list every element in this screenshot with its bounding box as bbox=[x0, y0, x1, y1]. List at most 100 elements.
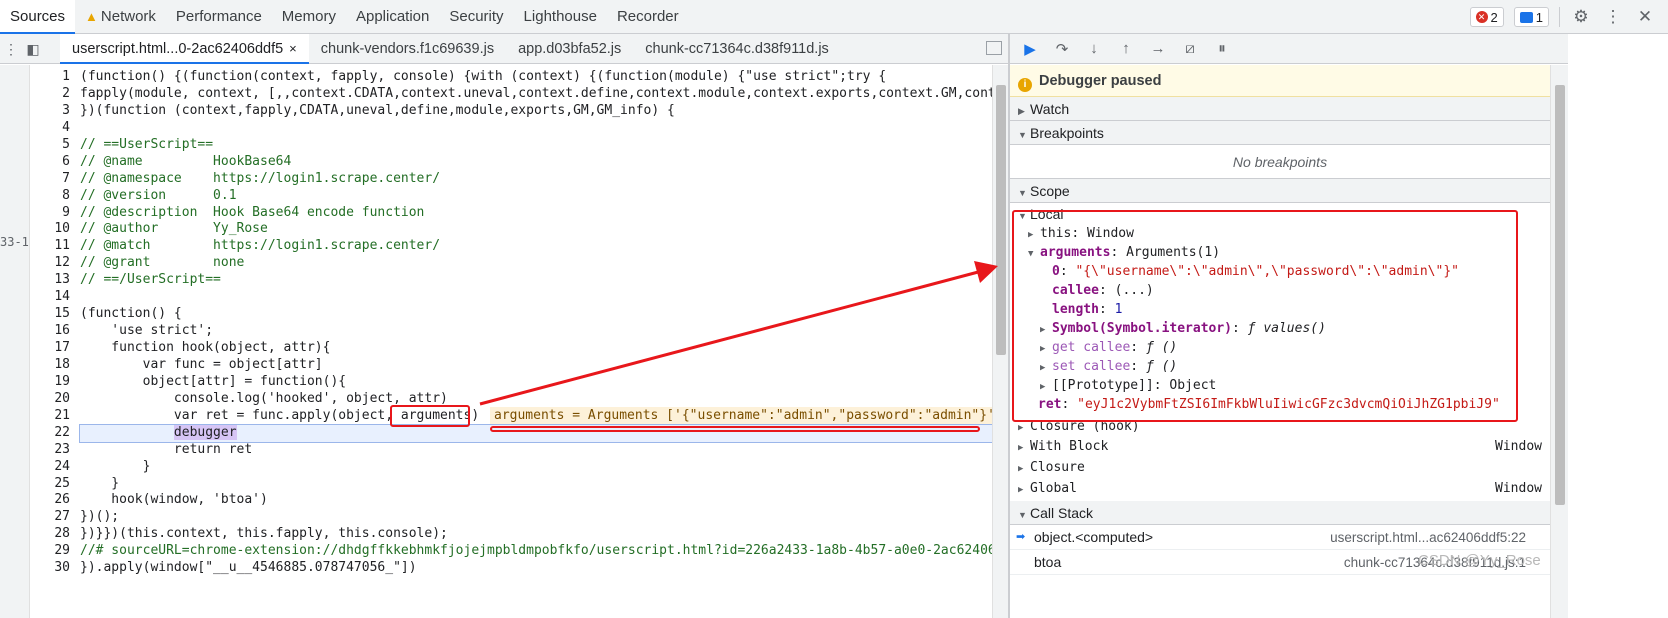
code-line[interactable]: // @namespace https://login1.scrape.cent… bbox=[80, 171, 992, 188]
line-number[interactable]: 23 bbox=[30, 442, 74, 459]
line-number[interactable]: 5 bbox=[30, 137, 74, 154]
code-editor[interactable]: 33-1 1 2 3 4 5 6 7 8 9 10 11 12 13 14 15 16 17 18 19 20 21 22… bbox=[0, 65, 992, 618]
step-out-icon[interactable]: ↑ bbox=[1116, 40, 1136, 57]
code-line[interactable]: hook(window, 'btoa') bbox=[80, 492, 992, 509]
file-tab[interactable]: userscript.html...0-2ac62406ddf5 × bbox=[60, 34, 309, 64]
line-number[interactable]: 12 bbox=[30, 255, 74, 272]
file-tab[interactable]: app.d03bfa52.js bbox=[506, 34, 633, 64]
line-number[interactable]: 18 bbox=[30, 357, 74, 374]
panel-tab[interactable]: Memory bbox=[272, 0, 346, 34]
line-number[interactable]: 2 bbox=[30, 86, 74, 103]
code-line[interactable]: // @grant none bbox=[80, 255, 992, 272]
line-number[interactable]: 21 bbox=[30, 408, 74, 425]
code-line[interactable]: //# sourceURL=chrome-extension://dhdgffk… bbox=[80, 543, 992, 560]
scope-closure[interactable]: ▶ Closure bbox=[1010, 457, 1550, 478]
close-devtools-icon[interactable]: ✕ bbox=[1634, 7, 1656, 27]
toggle-debugger-sidebar-icon[interactable] bbox=[986, 41, 1002, 55]
line-number-gutter[interactable]: 1 2 3 4 5 6 7 8 9 10 11 12 13 14 15 16 17 18 19 20 21 22 23 24 2… bbox=[30, 69, 74, 577]
code-line[interactable]: // ==/UserScript== bbox=[80, 272, 992, 289]
code-line[interactable]: // @description Hook Base64 encode funct… bbox=[80, 205, 992, 222]
line-number[interactable]: 24 bbox=[30, 459, 74, 476]
line-number[interactable]: 16 bbox=[30, 323, 74, 340]
pause-on-exceptions-icon[interactable]: ⏸ bbox=[1212, 40, 1232, 57]
code-line[interactable]: 'use strict'; bbox=[80, 323, 992, 340]
scope-global[interactable]: ▶ Global Window bbox=[1010, 478, 1550, 499]
line-number[interactable]: 6 bbox=[30, 154, 74, 171]
code-line[interactable]: } bbox=[80, 459, 992, 476]
code-line[interactable]: } bbox=[80, 476, 992, 493]
code-line[interactable]: // @version 0.1 bbox=[80, 188, 992, 205]
code-line[interactable]: })(function (context,fapply,CDATA,uneval… bbox=[80, 103, 992, 120]
code-lines[interactable]: (function() {(function(context, fapply, … bbox=[79, 69, 992, 577]
line-number[interactable]: 7 bbox=[30, 171, 74, 188]
code-line[interactable]: var func = object[attr] bbox=[80, 357, 992, 374]
panel-tab[interactable]: Recorder bbox=[607, 0, 689, 34]
scrollbar-thumb[interactable] bbox=[996, 85, 1006, 355]
code-line[interactable]: // @author Yy_Rose bbox=[80, 221, 992, 238]
more-icon[interactable]: ⋮ bbox=[0, 41, 22, 58]
deactivate-breakpoints-icon[interactable]: ⧄ bbox=[1180, 40, 1200, 57]
line-number[interactable]: 3 bbox=[30, 103, 74, 120]
line-number[interactable]: 15 bbox=[30, 306, 74, 323]
call-stack-section-header[interactable]: ▼ Call Stack bbox=[1010, 501, 1550, 525]
line-number[interactable]: 10 bbox=[30, 221, 74, 238]
code-line[interactable] bbox=[80, 120, 992, 137]
code-line[interactable]: (function() { bbox=[80, 306, 992, 323]
line-number[interactable]: 29 bbox=[30, 543, 74, 560]
panel-tab[interactable]: Sources bbox=[0, 0, 76, 34]
call-frame[interactable]: ➡ object.<computed> userscript.html...ac62… bbox=[1010, 525, 1550, 550]
scope-with-block[interactable]: ▶ With Block Window bbox=[1010, 436, 1550, 457]
line-number[interactable]: 20 bbox=[30, 391, 74, 408]
scrollbar-thumb[interactable] bbox=[1555, 85, 1565, 505]
code-line[interactable]: console.log('hooked', object, attr) bbox=[80, 391, 992, 408]
line-number[interactable]: 4 bbox=[30, 120, 74, 137]
line-number[interactable]: 14 bbox=[30, 289, 74, 306]
editor-scrollbar[interactable] bbox=[992, 65, 1008, 618]
line-number[interactable]: 27 bbox=[30, 509, 74, 526]
line-number[interactable]: 28 bbox=[30, 526, 74, 543]
line-number[interactable]: 22 bbox=[30, 425, 74, 442]
file-tab[interactable]: chunk-vendors.f1c69639.js bbox=[309, 34, 506, 64]
line-number[interactable]: 17 bbox=[30, 340, 74, 357]
code-line[interactable]: })}})(this.context, this.fapply, this.co… bbox=[80, 526, 992, 543]
panel-tab[interactable]: Security bbox=[439, 0, 513, 34]
step-icon[interactable]: → bbox=[1148, 40, 1168, 57]
line-number[interactable]: 30 bbox=[30, 560, 74, 577]
debugger-scrollbar[interactable] bbox=[1550, 65, 1568, 618]
line-number[interactable]: 11 bbox=[30, 238, 74, 255]
line-number[interactable]: 1 bbox=[30, 69, 74, 86]
line-number[interactable]: 25 bbox=[30, 476, 74, 493]
code-line[interactable]: // @match https://login1.scrape.center/ bbox=[80, 238, 992, 255]
panel-tab[interactable]: Performance bbox=[166, 0, 272, 34]
code-line[interactable] bbox=[80, 289, 992, 306]
code-line[interactable]: (function() {(function(context, fapply, … bbox=[80, 69, 992, 86]
line-number[interactable]: 13 bbox=[30, 272, 74, 289]
error-count-badge[interactable]: ✕ 2 bbox=[1469, 7, 1504, 27]
code-line[interactable]: // ==UserScript== bbox=[80, 137, 992, 154]
scope-section-header[interactable]: ▼ Scope bbox=[1010, 179, 1550, 203]
code-line[interactable]: function hook(object, attr){ bbox=[80, 340, 992, 357]
panel-tab[interactable]: Application bbox=[346, 0, 439, 34]
line-number[interactable]: 19 bbox=[30, 374, 74, 391]
code-line[interactable]: object[attr] = function(){ bbox=[80, 374, 992, 391]
step-over-icon[interactable]: ↷ bbox=[1052, 40, 1072, 58]
file-tab[interactable]: chunk-cc71364c.d38f911d.js bbox=[633, 34, 841, 64]
code-line[interactable]: }).apply(window["__u__4546885.078747056_… bbox=[80, 560, 992, 577]
panel-tab[interactable]: ▲ Network bbox=[75, 0, 166, 34]
message-count-badge[interactable]: 1 bbox=[1513, 7, 1549, 27]
line-number[interactable]: 9 bbox=[30, 205, 74, 222]
watch-section-header[interactable]: ▶ Watch bbox=[1010, 97, 1550, 121]
step-into-icon[interactable]: ↓ bbox=[1084, 40, 1104, 57]
toggle-navigator-icon[interactable]: ◧ bbox=[22, 41, 44, 58]
more-options-icon[interactable]: ⋮ bbox=[1602, 7, 1624, 27]
code-line[interactable]: fapply(module, context, [,,context.CDATA… bbox=[80, 86, 992, 103]
settings-gear-icon[interactable]: ⚙ bbox=[1570, 7, 1592, 27]
code-line[interactable]: // @name HookBase64 bbox=[80, 154, 992, 171]
code-line[interactable]: })(); bbox=[80, 509, 992, 526]
panel-tab[interactable]: Lighthouse bbox=[514, 0, 607, 34]
code-line[interactable]: return ret bbox=[80, 442, 992, 459]
resume-icon[interactable]: ▶ bbox=[1020, 40, 1040, 58]
breakpoints-section-header[interactable]: ▼ Breakpoints bbox=[1010, 121, 1550, 145]
close-tab-icon[interactable]: × bbox=[289, 41, 297, 56]
line-number[interactable]: 26 bbox=[30, 492, 74, 509]
